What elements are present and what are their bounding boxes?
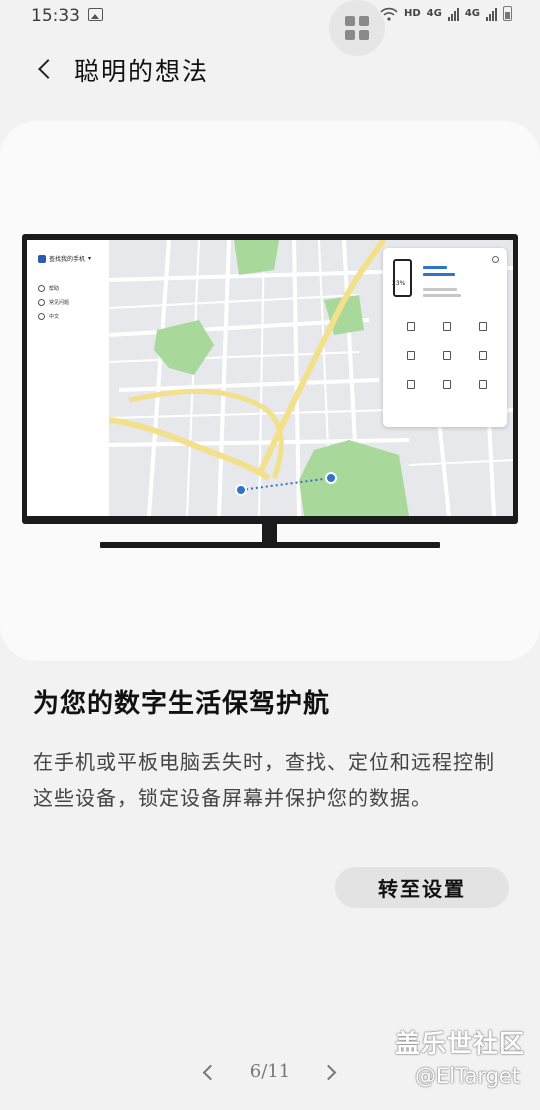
- find-my-phone-logo: [38, 254, 46, 263]
- battery-icon: [503, 6, 512, 21]
- trash-icon: [443, 380, 451, 389]
- hd-indicator: HD: [403, 8, 421, 19]
- previous-page-button[interactable]: [196, 1060, 220, 1084]
- device-info-line: [423, 294, 461, 297]
- feature-headline: 为您的数字生活保驾护航: [33, 689, 331, 719]
- grid-icon: [345, 16, 369, 40]
- device-actions-grid: [393, 322, 501, 389]
- sidebar-item-help: 帮助: [38, 285, 59, 292]
- feature-description: 在手机或平板电脑丢失时，查找、定位和远程控制这些设备，锁定设备屏幕并保护您的数据…: [33, 750, 495, 810]
- guardian-icon: [479, 380, 487, 389]
- app-sidebar: 查找我的手机 ▾ 帮助 常见问题 中文: [27, 240, 109, 516]
- chevron-left-icon: [202, 1064, 218, 1080]
- gallery-notification-icon: [88, 8, 103, 21]
- unlock-icon: [407, 380, 415, 389]
- help-icon: [38, 285, 45, 292]
- floating-menu-button[interactable]: [329, 0, 385, 56]
- tv-stand-base: [100, 542, 440, 548]
- settings-icon: [38, 299, 45, 306]
- lock-icon: [443, 322, 451, 331]
- device-battery-level: 23%: [392, 280, 406, 287]
- sidebar-title: 查找我的手机: [49, 256, 86, 263]
- watermark-title: 盖乐世社区: [395, 1029, 526, 1058]
- status-time: 15:33: [31, 6, 80, 26]
- erase-icon: [407, 351, 415, 360]
- location-icon: [479, 322, 487, 331]
- sim1-network-label: 4G: [426, 8, 442, 19]
- next-page-button[interactable]: [318, 1060, 342, 1084]
- device-panel: 23%: [383, 248, 507, 427]
- chevron-down-icon: ▾: [88, 255, 92, 262]
- sidebar-item-language: 中文: [38, 313, 59, 320]
- signal-icon: [447, 7, 459, 21]
- globe-icon: [38, 313, 45, 320]
- status-bar: 15:33 HD 4G 4G: [0, 0, 540, 34]
- page-title: 聪明的想法: [74, 57, 210, 86]
- tv-illustration: 查找我的手机 ▾ 帮助 常见问题 中文 23%: [22, 234, 518, 524]
- watermark-handle: @ElTarget: [415, 1064, 521, 1088]
- device-status-line: [423, 273, 455, 276]
- device-status-line: [423, 266, 447, 269]
- page-indicator: 6/11: [249, 1061, 291, 1082]
- battery-saver-icon: [479, 351, 487, 360]
- sidebar-item-faq: 常见问题: [38, 299, 69, 306]
- sidebar-header: 查找我的手机 ▾: [38, 254, 91, 263]
- ring-icon: [407, 322, 415, 331]
- backup-icon: [443, 351, 451, 360]
- phone-icon: [393, 259, 412, 297]
- sim2-network-label: 4G: [464, 8, 480, 19]
- tv-stand-neck: [262, 524, 277, 544]
- tv-screen: 查找我的手机 ▾ 帮助 常见问题 中文 23%: [27, 240, 513, 516]
- chevron-right-icon: [320, 1064, 336, 1080]
- back-button[interactable]: [30, 54, 60, 84]
- back-arrow-icon: [38, 59, 58, 79]
- device-info-line: [423, 288, 457, 291]
- go-to-settings-button[interactable]: 转至设置: [335, 867, 509, 908]
- refresh-icon: [492, 256, 499, 263]
- signal-icon: [486, 7, 497, 21]
